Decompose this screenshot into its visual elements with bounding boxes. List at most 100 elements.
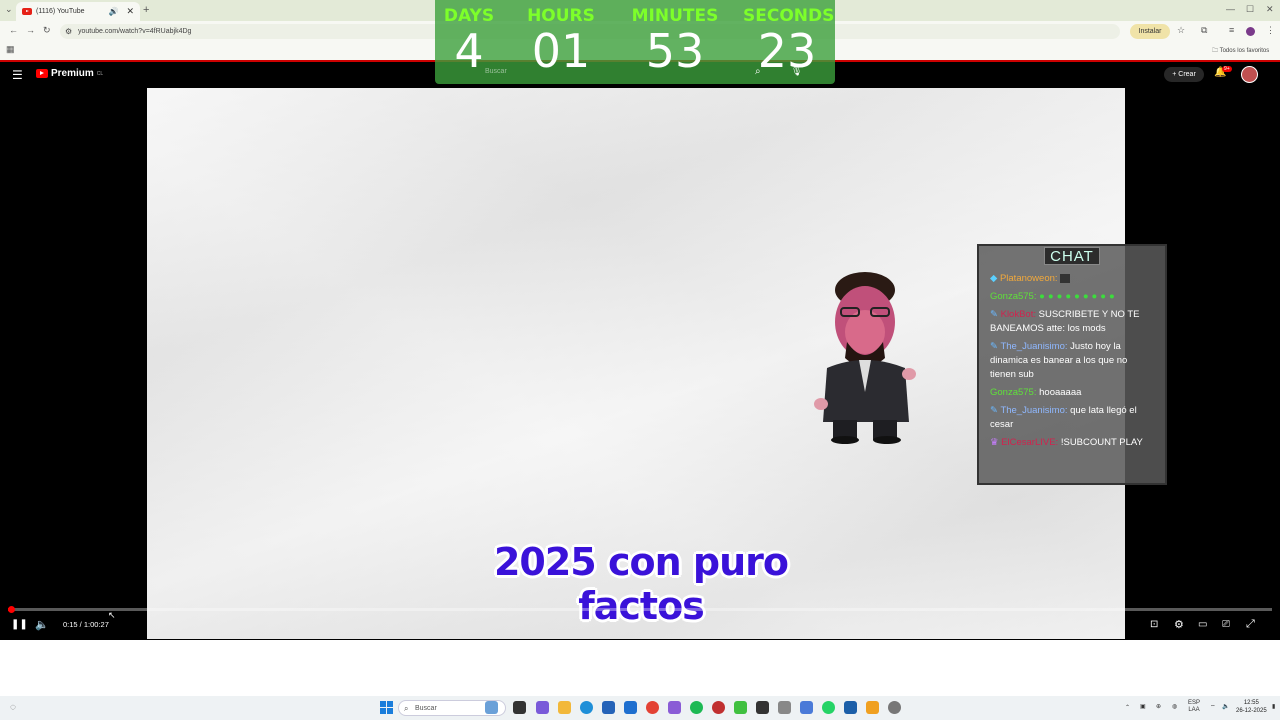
progress-scrubber[interactable] — [8, 606, 15, 613]
discord-icon[interactable] — [668, 701, 681, 714]
chat-message: ✎ The_Juanisimo: Justo hoy la dinamica e… — [990, 340, 1155, 382]
keyboard-layout: LAA — [1188, 707, 1200, 713]
site-info-icon[interactable]: ⚙ — [65, 24, 72, 39]
whatsapp-icon[interactable] — [822, 701, 835, 714]
countdown-minutes: MINUTES 53 — [627, 6, 723, 76]
broadcaster-badge-icon: ♛ — [990, 437, 999, 448]
app-icon-3[interactable] — [800, 701, 813, 714]
mod-badge-icon: ✎ — [990, 341, 998, 352]
profile-avatar[interactable] — [1246, 27, 1255, 36]
forward-icon[interactable]: → — [26, 25, 35, 35]
speaker-icon[interactable]: 🔈 — [1222, 703, 1229, 710]
app-icon-4[interactable] — [866, 701, 879, 714]
back-icon[interactable]: ← — [9, 25, 18, 35]
microphone-icon[interactable]: 🎙 — [791, 66, 802, 77]
copilot-icon[interactable] — [536, 701, 549, 714]
store-icon[interactable] — [602, 701, 615, 714]
taskbar-search-icon: ⌕ — [404, 704, 409, 713]
tab-groups-icon[interactable]: ≡ — [1229, 25, 1234, 35]
apps-grid-icon[interactable]: ▦ — [6, 44, 15, 55]
app-icon-2[interactable] — [778, 701, 791, 714]
terminal-icon[interactable] — [756, 701, 769, 714]
chat-message: Gonza575: hooaaaaa — [990, 386, 1155, 400]
browser-menu-icon[interactable]: ⋮ — [1266, 25, 1275, 36]
account-avatar[interactable] — [1241, 66, 1258, 83]
new-tab-icon[interactable]: + — [143, 4, 149, 16]
install-app-button[interactable]: Instalar — [1130, 24, 1170, 39]
logo-text: Premium — [51, 68, 94, 79]
chat-username: Gonza575: — [990, 387, 1037, 398]
bookmark-star-icon[interactable]: ☆ — [1177, 25, 1185, 36]
mod-badge-icon: ✎ — [990, 309, 998, 320]
create-label: Crear — [1178, 71, 1196, 78]
time-display: 0:15 / 1:00:27 — [63, 620, 109, 629]
tab-title: (1116) YouTube — [36, 8, 85, 15]
search-placeholder[interactable]: Buscar — [485, 68, 507, 75]
volume-icon[interactable]: 🔈 — [35, 618, 49, 631]
chat-username: The_Juanisimo: — [1000, 405, 1068, 416]
task-view-icon[interactable] — [513, 701, 526, 714]
tray-app-icon[interactable]: ▣ — [1140, 703, 1146, 710]
reload-icon[interactable]: ↻ — [43, 25, 51, 36]
countdown-hours-value: 01 — [531, 24, 591, 78]
chat-message: ♛ ElCesarLIVE: !SUBCOUNT PLAY — [990, 436, 1155, 450]
notifications-icon[interactable]: ▮ — [1272, 703, 1275, 710]
tab-audio-icon[interactable]: 🔊 — [108, 7, 118, 16]
file-explorer-icon[interactable] — [558, 701, 571, 714]
tray-app-icon-2[interactable]: ⊕ — [1156, 703, 1161, 710]
mail-icon[interactable] — [624, 701, 637, 714]
xbox-icon[interactable] — [734, 701, 747, 714]
tab-search-icon[interactable]: ⌄ — [5, 4, 13, 15]
windows-start-icon[interactable] — [380, 701, 393, 714]
tab-close-icon[interactable]: ✕ — [126, 6, 134, 17]
windows-taskbar — [0, 696, 1280, 720]
all-bookmarks-link[interactable]: 🗀 Todos los favoritos — [1212, 46, 1269, 56]
chat-username: Gonza575: — [990, 291, 1037, 302]
logo-region: CL — [96, 70, 104, 77]
folder-icon: 🗀 — [1212, 48, 1219, 54]
settings-icon[interactable] — [888, 701, 901, 714]
search-icon[interactable]: ⌕ — [755, 66, 761, 77]
edge-icon[interactable] — [580, 701, 593, 714]
create-button[interactable]: + Crear — [1164, 67, 1204, 82]
photoshop-icon[interactable] — [844, 701, 857, 714]
chat-message: Gonza575: ●●●●●●●●● — [990, 290, 1155, 304]
countdown-hours-label: HOURS — [527, 6, 595, 26]
hamburger-menu-icon[interactable]: ☰ — [12, 68, 23, 82]
wifi-icon[interactable]: ⌔ — [1210, 703, 1216, 711]
app-icon[interactable] — [712, 701, 725, 714]
youtube-favicon-icon — [22, 8, 32, 15]
spotify-icon[interactable] — [690, 701, 703, 714]
chat-text: hooaaaaa — [1039, 387, 1082, 398]
maximize-icon[interactable]: ☐ — [1246, 4, 1254, 15]
cast-icon[interactable]: ⎚ — [1222, 619, 1230, 630]
widgets-icon[interactable]: ◌ — [10, 702, 16, 713]
language-indicator[interactable]: ESP LAA — [1188, 700, 1200, 714]
subtitles-icon[interactable]: ⊡ — [1150, 619, 1158, 630]
progress-bar[interactable] — [8, 608, 1272, 611]
chat-message: ✎ KlokBot: SUSCRIBETE Y NO TE BANEAMOS a… — [990, 308, 1155, 336]
chat-message: ◆ Platanoweon: — [990, 272, 1155, 286]
taskbar-clock[interactable]: 12:55 26-12-2025 — [1236, 699, 1267, 715]
chat-username: KlokBot: — [1000, 309, 1036, 320]
url-text: youtube.com/watch?v=4fRUabjk4Dg — [78, 28, 192, 35]
chat-username: Platanoweon: — [999, 273, 1058, 284]
chat-username: The_Juanisimo: — [1000, 341, 1068, 352]
settings-gear-icon[interactable]: ⚙ — [1174, 618, 1184, 631]
countdown-minutes-value: 53 — [645, 24, 705, 78]
pause-icon[interactable]: ❚❚ — [11, 619, 28, 630]
countdown-days: DAYS 4 — [437, 6, 501, 76]
tray-app-icon-3[interactable]: ◍ — [1172, 703, 1177, 710]
minimize-icon[interactable]: — — [1226, 4, 1235, 14]
fullscreen-icon[interactable]: ⤢ — [1246, 618, 1255, 631]
browser-tab[interactable]: (1116) YouTube 🔊 ✕ — [16, 2, 140, 21]
extensions-icon[interactable]: ⧉ — [1201, 25, 1207, 36]
chrome-icon[interactable] — [646, 701, 659, 714]
tray-chevron-icon[interactable]: ⌃ — [1125, 704, 1130, 711]
countdown-hours: HOURS 01 — [527, 6, 595, 76]
miniplayer-icon[interactable]: ▭ — [1198, 619, 1207, 630]
window-close-icon[interactable]: ✕ — [1266, 4, 1274, 15]
youtube-logo[interactable]: Premium CL — [36, 68, 103, 79]
video-caption: 2025 con puro factos — [493, 540, 789, 628]
mouse-cursor-icon: ↖ — [108, 610, 116, 620]
